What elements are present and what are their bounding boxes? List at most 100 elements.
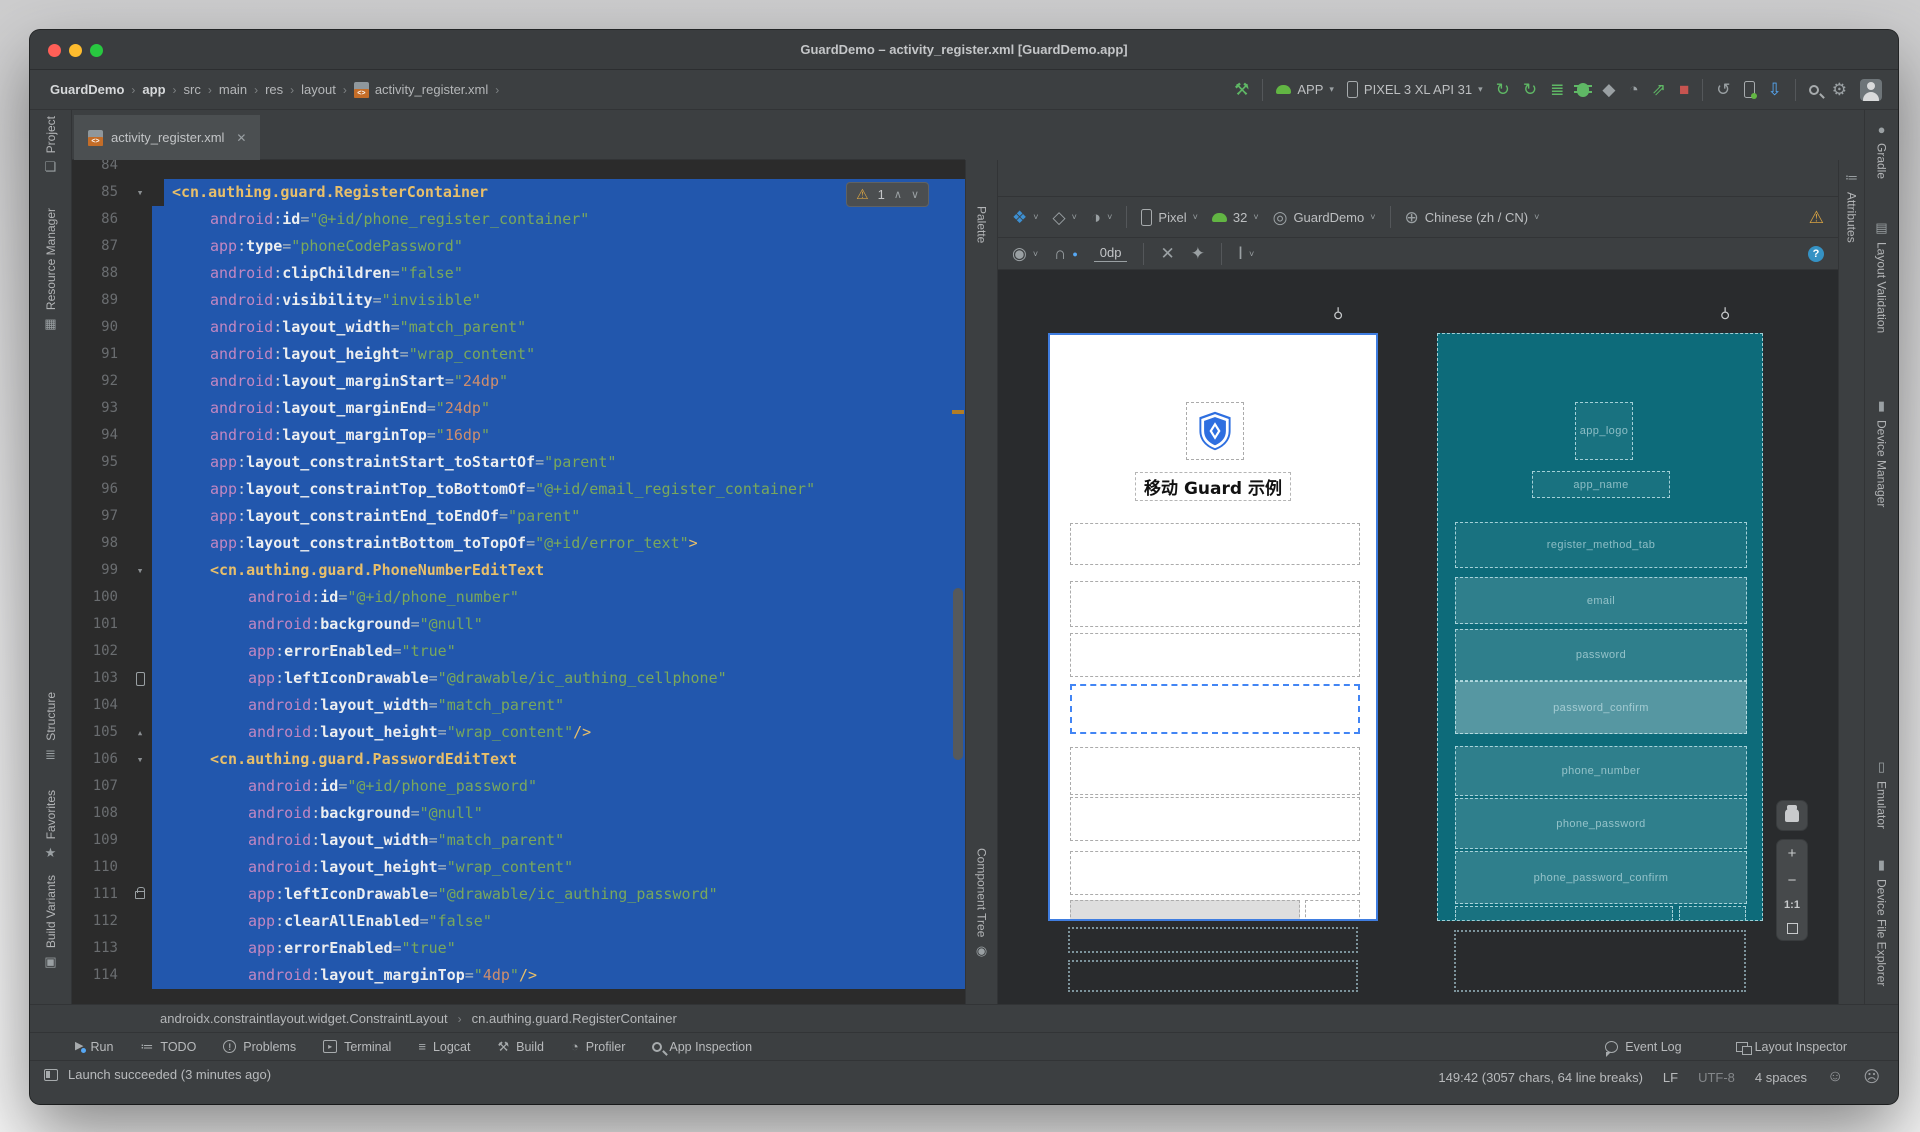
autoconnect-toggle[interactable]: ∩ ● bbox=[1054, 245, 1078, 262]
code-line[interactable]: 96 app:layout_constraintTop_toBottomOf="@… bbox=[72, 476, 965, 503]
breadcrumb-item[interactable]: app bbox=[142, 82, 165, 97]
blueprint-email[interactable]: email bbox=[1455, 577, 1747, 624]
code-line[interactable]: 90 android:layout_width="match_parent" bbox=[72, 314, 965, 341]
default-margin-select[interactable]: 0dp bbox=[1093, 245, 1128, 262]
device-select[interactable]: PIXEL 3 XL API 31 ▾ bbox=[1346, 81, 1483, 98]
theme-select[interactable]: ◎ GuardDemo ˅ bbox=[1273, 209, 1376, 226]
prev-issue-icon[interactable]: ∧ bbox=[894, 188, 902, 201]
breadcrumb-item[interactable]: GuardDemo bbox=[50, 82, 124, 97]
profile-app-icon[interactable]: ◆ bbox=[1602, 81, 1615, 98]
warning-stripe-mark[interactable] bbox=[952, 410, 964, 414]
settings-gear-icon[interactable]: ⚙ bbox=[1832, 81, 1847, 98]
breadcrumb-item[interactable]: activity_register.xml bbox=[353, 81, 488, 98]
xml-breadcrumb-item[interactable]: androidx.constraintlayout.widget.Constra… bbox=[160, 1011, 448, 1026]
code-line[interactable]: 89 android:visibility="invisible" bbox=[72, 287, 965, 314]
blueprint-phone_password_confirm[interactable]: phone_password_confirm bbox=[1455, 851, 1747, 904]
clear-constraints-button[interactable]: ✕ bbox=[1160, 245, 1174, 262]
toolwindow-terminal[interactable]: ▸ Terminal bbox=[323, 1040, 391, 1054]
run-config-select[interactable]: APP ▾ bbox=[1276, 82, 1334, 97]
design-preview-phone[interactable]: 移动 Guard 示例 bbox=[1048, 333, 1378, 921]
sdk-manager-icon[interactable]: ⇩ bbox=[1768, 81, 1782, 98]
preview-field[interactable] bbox=[1070, 747, 1360, 795]
zoom-out-icon[interactable]: − bbox=[1788, 873, 1797, 888]
preview-button-bar[interactable] bbox=[1070, 900, 1300, 919]
sidebar-item-layout-validation[interactable]: ▤ Layout Validation bbox=[1865, 220, 1898, 333]
preview-field[interactable] bbox=[1070, 797, 1360, 841]
tool-window-anchor-icon[interactable] bbox=[44, 1069, 58, 1081]
code-line[interactable]: 86 android:id= "@+id/phone_register_contai… bbox=[72, 206, 965, 233]
code-line[interactable]: 100 android:id="@+id/phone_number" bbox=[72, 584, 965, 611]
code-line[interactable]: 95 app:layout_constraintStart_toStartOf="… bbox=[72, 449, 965, 476]
orientation-select[interactable]: ◇ ˅ bbox=[1053, 209, 1077, 226]
sidebar-item-build-variants[interactable]: Build Variants ▣ bbox=[30, 875, 71, 970]
infer-constraints-icon[interactable]: ✦ bbox=[1191, 245, 1205, 262]
code-line[interactable]: 108 android:background="@null" bbox=[72, 800, 965, 827]
preview-field[interactable] bbox=[1070, 851, 1360, 895]
close-tab-icon[interactable]: ✕ bbox=[236, 131, 246, 145]
fold-icon[interactable]: ▾ bbox=[137, 746, 144, 773]
toolwindow-logcat[interactable]: ≡ Logcat bbox=[418, 1040, 470, 1054]
sidebar-item-structure[interactable]: Structure ≣ bbox=[30, 692, 71, 763]
sidebar-item-emulator[interactable]: ▯ Emulator bbox=[1865, 759, 1898, 829]
code-line[interactable]: 104 android:layout_width="match_parent" bbox=[72, 692, 965, 719]
preview-field[interactable] bbox=[1070, 581, 1360, 627]
pan-icon[interactable] bbox=[1785, 805, 1799, 822]
toolwindow-problems[interactable]: ! Problems bbox=[223, 1040, 296, 1054]
inspection-lens[interactable]: ⚠ 1 ∧ ∨ bbox=[846, 182, 929, 207]
sidebar-item-resource-manager[interactable]: Resource Manager ▦ bbox=[30, 208, 71, 332]
preview-field[interactable] bbox=[1070, 523, 1360, 565]
code-line[interactable]: 85 ▾ <cn.authing.guard.RegisterContainer bbox=[72, 179, 965, 206]
app-name-preview[interactable]: 移动 Guard 示例 bbox=[1135, 472, 1291, 501]
code-line[interactable]: 101 android:background="@null" bbox=[72, 611, 965, 638]
editor-scrollbar[interactable] bbox=[953, 588, 963, 760]
sidebar-item-attributes[interactable]: ≔ Attributes bbox=[1839, 170, 1864, 243]
sidebar-item-device-manager[interactable]: ▮ Device Manager bbox=[1865, 398, 1898, 507]
stop-icon[interactable]: ■ bbox=[1679, 81, 1689, 98]
breadcrumb-item[interactable]: layout bbox=[301, 82, 336, 97]
code-line[interactable]: 99 ▾ <cn.authing.guard.PhoneNumberEditText bbox=[72, 557, 965, 584]
palette-tab[interactable]: Palette bbox=[966, 206, 997, 243]
locale-select[interactable]: ⊕ Chinese (zh / CN) ˅ bbox=[1405, 209, 1540, 226]
indent-indicator[interactable]: 4 spaces bbox=[1755, 1070, 1807, 1085]
zoom-in-icon[interactable]: + bbox=[1788, 846, 1797, 861]
toolwindow-layout-inspector[interactable]: Layout Inspector bbox=[1735, 1040, 1847, 1055]
device-manager-icon[interactable] bbox=[1743, 81, 1757, 99]
apply-code-changes-icon[interactable]: ↻ bbox=[1523, 81, 1537, 98]
breadcrumb-item[interactable]: res bbox=[265, 82, 283, 97]
profile-avatar[interactable] bbox=[1860, 78, 1882, 101]
toolwindow-run[interactable]: ▶ Run bbox=[75, 1040, 113, 1054]
blueprint-app_logo[interactable]: app_logo bbox=[1575, 402, 1633, 460]
code-editor[interactable]: 84 85 ▾ <cn.authing.guard.RegisterContainer… bbox=[72, 160, 965, 1004]
profiler-icon[interactable]: ◔ bbox=[1628, 81, 1638, 98]
apply-changes-icon[interactable]: ↻ bbox=[1496, 81, 1510, 98]
preview-device-select[interactable]: Pixel ˅ bbox=[1141, 208, 1198, 226]
code-line[interactable]: 98 app:layout_constraintBottom_toTopOf="@… bbox=[72, 530, 965, 557]
search-icon[interactable] bbox=[1808, 84, 1819, 95]
code-line[interactable]: 92 android:layout_marginStart="24dp" bbox=[72, 368, 965, 395]
code-line[interactable]: 113 app:errorEnabled="true" bbox=[72, 935, 965, 962]
breadcrumb-item[interactable]: main bbox=[219, 82, 247, 97]
sidebar-item-favorites[interactable]: Favorites ★ bbox=[30, 790, 71, 861]
code-line[interactable]: 112 app:clearAllEnabled="false" bbox=[72, 908, 965, 935]
sidebar-item-gradle[interactable]: ● Gradle bbox=[1865, 122, 1898, 179]
code-line[interactable]: 109 android:layout_width="match_parent" bbox=[72, 827, 965, 854]
code-line[interactable]: 87 app:type="phoneCodePassword" bbox=[72, 233, 965, 260]
blueprint-bottom-box[interactable] bbox=[1455, 906, 1673, 920]
design-warning-icon[interactable]: ⚠ bbox=[1809, 209, 1824, 226]
code-line[interactable]: 97 app:layout_constraintEnd_toEndOf="pare… bbox=[72, 503, 965, 530]
fold-icon[interactable]: ▾ bbox=[137, 557, 144, 584]
night-mode-select[interactable]: ◑ ˅ bbox=[1091, 209, 1113, 226]
blueprint-phone_number[interactable]: phone_number bbox=[1455, 746, 1747, 796]
toolwindow-profiler[interactable]: ◔ Profiler bbox=[571, 1040, 625, 1054]
blueprint-register_method_tab[interactable]: register_method_tab bbox=[1455, 522, 1747, 568]
design-canvas[interactable]: ⚲ ⚲ 移动 Guard 示例 app_logo app_name register… bbox=[998, 270, 1838, 1004]
close-button[interactable] bbox=[48, 44, 61, 57]
sidebar-item-device-file-explorer[interactable]: ▮ Device File Explorer bbox=[1865, 857, 1898, 986]
tab-activity-register-xml[interactable]: activity_register.xml ✕ bbox=[74, 115, 261, 160]
code-line[interactable]: 105 ▴ android:layout_height="wrap_content"… bbox=[72, 719, 965, 746]
blueprint-password_confirm[interactable]: password_confirm bbox=[1455, 681, 1747, 734]
zoom-to-fit-icon[interactable] bbox=[1786, 923, 1798, 934]
blueprint-bottom-box[interactable] bbox=[1679, 906, 1746, 920]
blueprint-app_name[interactable]: app_name bbox=[1532, 471, 1670, 498]
app-logo-preview[interactable] bbox=[1186, 402, 1244, 460]
